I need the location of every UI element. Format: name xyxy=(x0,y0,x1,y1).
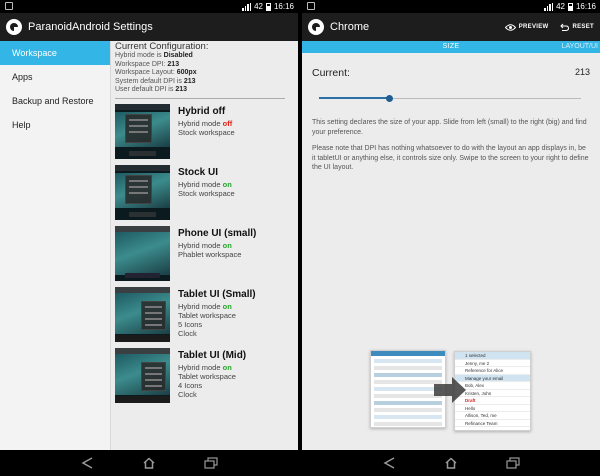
divider xyxy=(115,97,285,99)
tablet-ui-illustration: 1 selected Jenny, me 2 Reference for Ali… xyxy=(370,350,533,432)
reset-icon xyxy=(560,23,570,31)
mode-stock-ui[interactable]: Stock UI Hybrid mode on Stock workspace xyxy=(115,164,292,221)
mode-title: Hybrid off xyxy=(178,105,226,117)
notification-icon xyxy=(307,2,315,10)
mode-icons: 5 Icons xyxy=(178,319,203,329)
battery-level: 42 xyxy=(556,2,565,11)
config-hybrid: Hybrid mode is Disabled xyxy=(115,52,193,59)
mode-hybrid-status: Hybrid mode on xyxy=(178,179,232,189)
config-system-dpi: System default DPI is 213 xyxy=(115,77,196,85)
list-item: Hello xyxy=(455,405,530,412)
navigation-bar xyxy=(0,450,298,476)
mode-icons: 4 Icons xyxy=(178,380,203,390)
mode-title: Phone UI (small) xyxy=(178,227,257,239)
mode-workspace: Stock workspace xyxy=(178,127,235,137)
sidebar-item-help[interactable]: Help xyxy=(0,113,110,137)
dpi-note: Please note that DPI has nothing whatsoe… xyxy=(312,145,589,171)
navigation-bar xyxy=(302,450,600,476)
list-item: Reference for Alice xyxy=(455,367,530,375)
arrow-right-icon xyxy=(434,377,466,403)
mode-workspace: Tablet workspace xyxy=(178,371,236,381)
home-icon[interactable] xyxy=(142,457,156,469)
battery-icon xyxy=(567,2,573,11)
action-bar: ParanoidAndroid Settings xyxy=(0,13,298,41)
clock: 16:16 xyxy=(273,2,294,11)
list-item: Jenny, me 2 xyxy=(455,360,530,367)
config-dpi: Workspace DPI: 213 xyxy=(115,60,180,68)
tab-strip: SIZE LAYOUT/UI xyxy=(302,41,600,53)
mode-clock: Clock xyxy=(178,328,197,338)
paranoid-app-icon[interactable] xyxy=(6,19,22,35)
clock: 16:16 xyxy=(575,2,596,11)
eye-icon xyxy=(504,23,516,31)
mode-hybrid-off[interactable]: Hybrid off Hybrid mode off Stock workspa… xyxy=(115,103,292,160)
slider-fill xyxy=(319,97,390,99)
back-icon[interactable] xyxy=(80,457,94,469)
mode-clock: Clock xyxy=(178,389,197,399)
tab-size[interactable]: SIZE xyxy=(302,43,600,50)
mode-thumbnail xyxy=(115,164,170,220)
mode-hybrid-status: Hybrid mode off xyxy=(178,118,233,128)
recent-apps-icon[interactable] xyxy=(506,457,520,469)
preview-button[interactable]: PREVIEW xyxy=(504,23,549,31)
sidebar-item-apps[interactable]: Apps xyxy=(0,65,110,89)
mode-title: Tablet UI (Mid) xyxy=(178,349,247,361)
current-value: 213 xyxy=(574,67,590,77)
config-layout: Workspace Layout: 600px xyxy=(115,69,197,76)
paranoid-app-icon[interactable] xyxy=(308,19,324,35)
battery-icon xyxy=(265,2,271,11)
signal-icon xyxy=(544,2,554,11)
battery-level: 42 xyxy=(254,2,263,11)
mode-tablet-ui-small[interactable]: Tablet UI (Small) Hybrid mode on Tablet … xyxy=(115,286,292,343)
chrome-app-settings-screen: 42 16:16 Chrome PREVIEW RESET SIZE LAYOU… xyxy=(302,0,600,476)
reset-button[interactable]: RESET xyxy=(560,23,594,31)
app-title: ParanoidAndroid Settings xyxy=(28,21,153,33)
recent-apps-icon[interactable] xyxy=(204,457,218,469)
status-bar: 42 16:16 xyxy=(0,0,298,13)
mode-phone-ui-small[interactable]: Phone UI (small) Hybrid mode on Phablet … xyxy=(115,225,292,282)
app-title: Chrome xyxy=(330,21,370,33)
dpi-size-slider[interactable] xyxy=(319,95,581,103)
mode-thumbnail xyxy=(115,347,170,403)
sidebar: Workspace Apps Backup and Restore Help xyxy=(0,41,111,450)
mode-thumbnail xyxy=(115,286,170,342)
size-description: This setting declares the size of your a… xyxy=(312,119,587,136)
sidebar-item-workspace[interactable]: Workspace xyxy=(0,41,110,65)
tab-layout-ui[interactable]: LAYOUT/UI xyxy=(562,43,598,50)
back-icon[interactable] xyxy=(382,457,396,469)
workspace-content: Current Configuration: Hybrid mode is Di… xyxy=(115,41,292,450)
home-icon[interactable] xyxy=(444,457,458,469)
mode-thumbnail xyxy=(115,225,170,281)
mode-title: Stock UI xyxy=(178,166,219,178)
mode-title: Tablet UI (Small) xyxy=(178,288,256,300)
list-item: Allison, Ted, me xyxy=(455,412,530,420)
paranoid-settings-screen: 42 16:16 ParanoidAndroid Settings Worksp… xyxy=(0,0,298,476)
mode-thumbnail xyxy=(115,103,170,159)
current-dpi-row: Current: 213 xyxy=(302,53,600,79)
list-item: Refinance Team xyxy=(455,420,530,427)
status-bar: 42 16:16 xyxy=(302,0,600,13)
slider-thumb[interactable] xyxy=(386,95,394,102)
notification-icon xyxy=(5,2,13,10)
mode-hybrid-status: Hybrid mode on xyxy=(178,301,232,311)
signal-icon xyxy=(242,2,252,11)
config-user-dpi: User default DPI is 213 xyxy=(115,86,187,93)
list-item: 1 selected xyxy=(455,352,530,360)
action-bar: Chrome PREVIEW RESET xyxy=(302,13,600,41)
mode-workspace: Phablet workspace xyxy=(178,249,242,259)
mode-tablet-ui-mid[interactable]: Tablet UI (Mid) Hybrid mode on Tablet wo… xyxy=(115,347,292,404)
config-heading: Current Configuration: xyxy=(115,41,209,52)
current-label: Current: xyxy=(312,67,350,79)
mode-workspace: Tablet workspace xyxy=(178,310,236,320)
mode-hybrid-status: Hybrid mode on xyxy=(178,240,232,250)
mode-hybrid-status: Hybrid mode on xyxy=(178,362,232,372)
mode-workspace: Stock workspace xyxy=(178,188,235,198)
sidebar-item-backup-restore[interactable]: Backup and Restore xyxy=(0,89,110,113)
